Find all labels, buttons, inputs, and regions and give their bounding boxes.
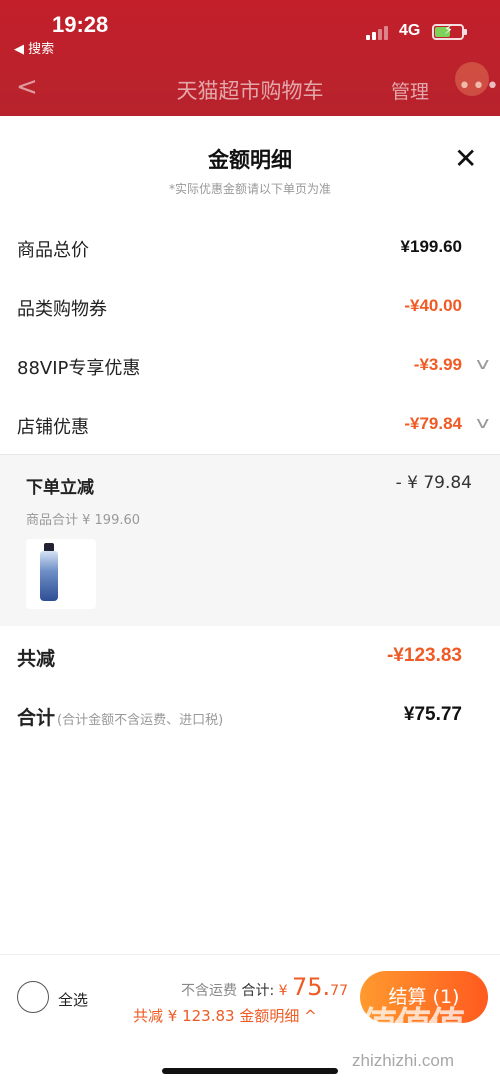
home-indicator[interactable] [162, 1068, 338, 1074]
store-discount-detail: 下单立减 - ¥ 79.84 商品合计 ¥ 199.60 [0, 454, 500, 626]
detail-subtotal: 商品合计 ¥ 199.60 [26, 513, 141, 528]
amount-detail-toggle[interactable]: 共减 ¥ 123.83 金额明细 ^ [133, 1005, 317, 1026]
nav-bar: < 天猫超市购物车 管理 ••• [0, 58, 500, 116]
battery-icon: ⚡ [432, 23, 467, 40]
row-value: -¥123.83 [386, 645, 462, 666]
total-amount-int: 75. [292, 973, 331, 1001]
row-label: 品类购物券 [17, 299, 107, 320]
network-type: 4G [399, 22, 421, 39]
signal-icon [366, 24, 392, 40]
chevron-down-icon[interactable]: v [476, 354, 489, 373]
row-total-discount: 共减 -¥123.83 [0, 636, 500, 676]
row-grand-total: 合计 (合计金额不含运费、进口税) ¥75.77 [0, 695, 500, 735]
total-summary: 不含运费 合计: ¥ 75.77 [181, 973, 348, 1001]
status-time: 19:28 [52, 12, 109, 37]
more-menu-halo [455, 62, 489, 96]
manage-button[interactable]: 管理 [391, 77, 429, 104]
app-header: 19:28 ◀ 搜索 4G ⚡ < 天猫超市购物车 管理 ••• [0, 0, 500, 116]
grand-total-label: 合计 [17, 707, 56, 729]
sheet-subtitle: *实际优惠金额请以下单页为准 [168, 182, 331, 196]
total-label: 合计: [241, 983, 275, 999]
row-label: 合计 (合计金额不含运费、进口税) [17, 703, 223, 730]
row-label: 88VIP专享优惠 [17, 358, 141, 379]
watermark: 值值值 zhizhizhi.com [352, 995, 494, 1079]
chevron-down-icon[interactable]: v [476, 413, 489, 432]
detail-title: 下单立减 [26, 478, 94, 498]
row-label: 店铺优惠 [17, 417, 89, 438]
currency-symbol: ¥ [278, 983, 288, 999]
sheet-title: 金额明细 [208, 148, 292, 172]
row-label: 商品总价 [17, 240, 89, 261]
bottle-icon [40, 551, 58, 601]
select-all-label[interactable]: 全选 [58, 989, 88, 1010]
row-value: -¥3.99 [413, 355, 462, 374]
no-shipping-note: 不含运费 [181, 983, 237, 999]
row-value: ¥75.77 [403, 704, 462, 725]
row-category-coupon: 品类购物券 -¥40.00 [0, 287, 500, 327]
total-amount-dec: 77 [330, 983, 348, 999]
row-88vip-discount[interactable]: 88VIP专享优惠 -¥3.99 v [0, 346, 500, 386]
watermark-text: zhizhizhi.com [352, 1051, 455, 1070]
select-all-checkbox[interactable] [17, 981, 49, 1013]
row-store-discount[interactable]: 店铺优惠 -¥79.84 v [0, 405, 500, 445]
row-value: ¥199.60 [400, 237, 462, 256]
amount-detail-sheet: 金额明细 *实际优惠金额请以下单页为准 ✕ 商品总价 ¥199.60 品类购物券… [0, 116, 500, 954]
row-value: -¥40.00 [404, 296, 462, 315]
row-goods-total: 商品总价 ¥199.60 [0, 228, 500, 268]
row-value: -¥79.84 [404, 414, 462, 433]
back-to-search-link[interactable]: ◀ 搜索 [14, 38, 54, 57]
grand-total-note: (合计金额不含运费、进口税) [57, 713, 224, 728]
product-thumbnail[interactable] [26, 539, 96, 609]
row-label: 共减 [17, 648, 56, 670]
watermark-logo: 值值值 [360, 1004, 466, 1048]
checkout-bar: 全选 不含运费 合计: ¥ 75.77 共减 ¥ 123.83 金额明细 ^ 结… [0, 954, 500, 1083]
detail-amount: - ¥ 79.84 [395, 473, 472, 493]
close-icon[interactable]: ✕ [454, 142, 477, 175]
status-bar: 19:28 ◀ 搜索 4G ⚡ [0, 0, 500, 58]
